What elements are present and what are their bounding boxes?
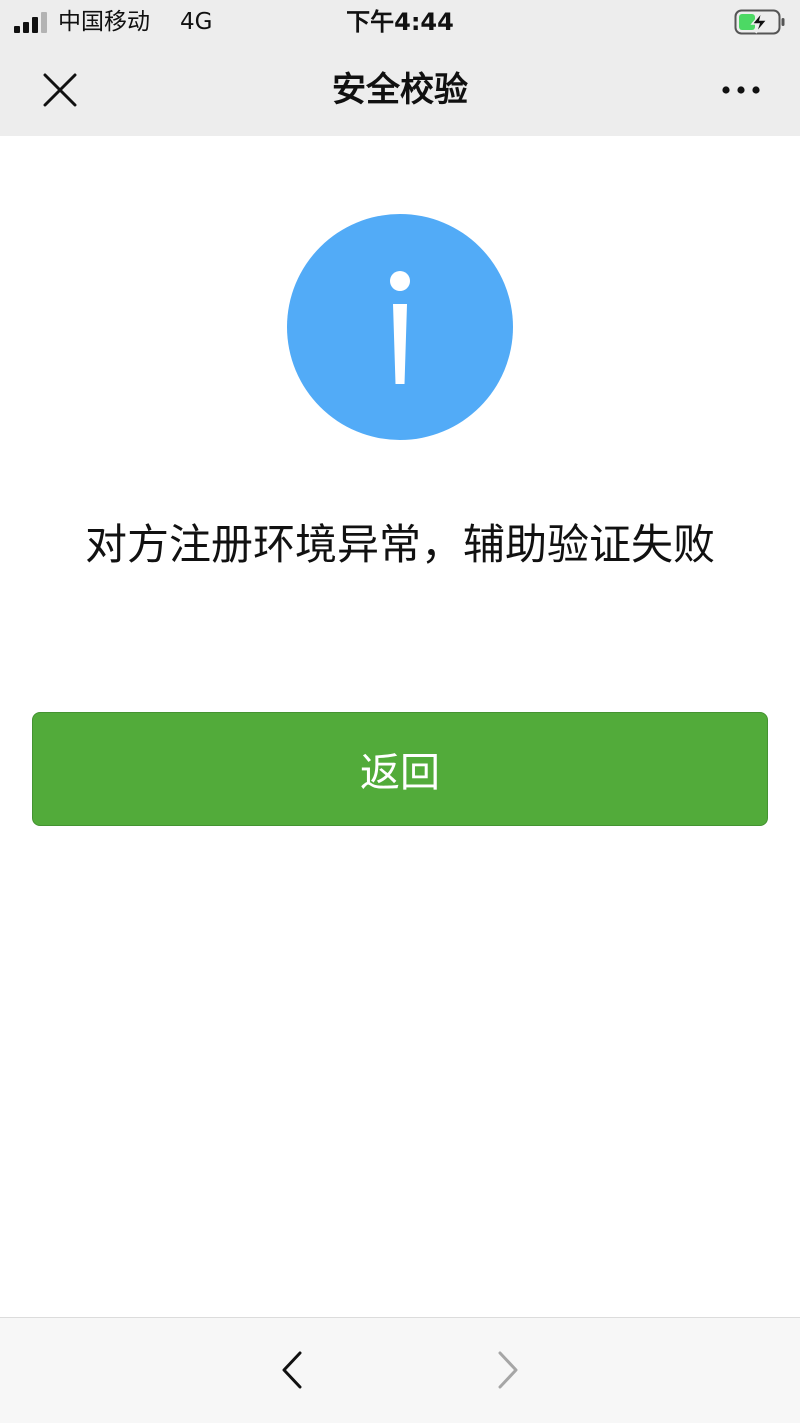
more-icon xyxy=(722,86,760,94)
info-icon xyxy=(287,214,513,440)
close-button[interactable] xyxy=(30,60,90,120)
browser-back-button[interactable] xyxy=(262,1340,322,1400)
error-message: 对方注册环境异常，辅助验证失败 xyxy=(84,520,715,569)
status-time: 下午4:44 xyxy=(346,8,454,36)
nav-bar: 安全校验 xyxy=(0,44,800,136)
status-bar: 中国移动 4G 下午4:44 xyxy=(0,0,800,44)
back-arrow-icon xyxy=(282,1351,302,1389)
top-area: 中国移动 4G 下午4:44 安全校验 xyxy=(0,0,800,136)
network-type: 4G xyxy=(180,9,213,35)
page-title: 安全校验 xyxy=(332,70,468,110)
close-icon xyxy=(43,73,77,107)
carrier-name: 中国移动 xyxy=(58,9,150,35)
browser-forward-button[interactable] xyxy=(478,1340,538,1400)
forward-arrow-icon xyxy=(498,1351,518,1389)
bottom-toolbar xyxy=(0,1317,800,1423)
return-button[interactable]: 返回 xyxy=(32,712,768,826)
more-button[interactable] xyxy=(708,60,774,120)
signal-icon xyxy=(14,12,47,33)
battery-charging-icon xyxy=(734,9,785,35)
